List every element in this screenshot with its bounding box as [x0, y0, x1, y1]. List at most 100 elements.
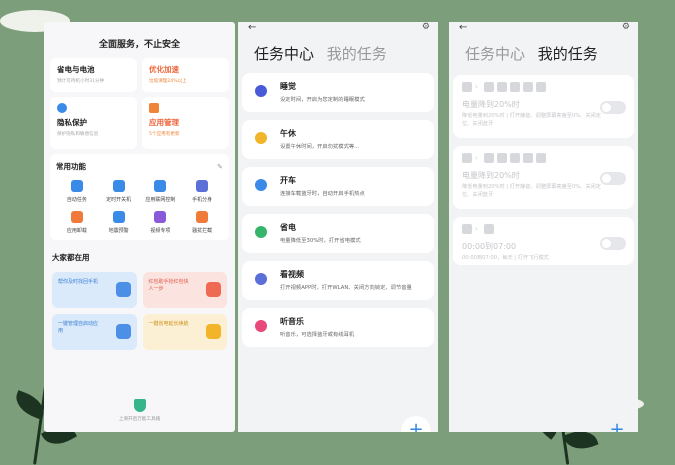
- back-arrow-icon[interactable]: ←: [248, 22, 256, 33]
- my-task-description: 降低电量到20%时 | 打开静音、调整屏幕亮度至0%、关闭定位、关闭蓝牙: [462, 113, 601, 127]
- section-heading: 大家都在用: [52, 253, 90, 262]
- red-packet-card[interactable]: 红包助手抢红包快人一步: [142, 272, 227, 308]
- action-icon: [523, 82, 533, 92]
- tab-task-center[interactable]: 任务中心: [465, 45, 525, 63]
- task-icon: [255, 179, 267, 191]
- add-task-button[interactable]: +: [401, 416, 431, 432]
- task-template-card[interactable]: 看视频打开视频APP时，打开WLAN、关闭方向锁定、调节音量: [242, 261, 434, 300]
- function-icon: [196, 180, 209, 192]
- card-subtitle: 保护隐私和敏感信息: [57, 132, 99, 137]
- function-item[interactable]: 视频专项: [140, 211, 182, 234]
- tab-bar: 任务中心 我的任务: [449, 36, 638, 64]
- card-text: 一键省电延长续航: [148, 321, 189, 327]
- app-manager-card[interactable]: 应用管理 5个应用有更新: [142, 97, 229, 149]
- privacy-card[interactable]: 隐私保护 保护隐私和敏感信息: [50, 97, 137, 149]
- task-template-list: 睡觉设定时间，开启为您定制的睡眠模式午休 设置午休时间，开启勿扰模式等... 开车连…: [238, 73, 438, 347]
- service-cards: 省电与电池 预计可待机小时31分钟 优化加速 垃圾清理24%以上 隐私保护 保护…: [44, 58, 235, 149]
- task-title: 午休: [280, 129, 296, 138]
- task-toggle[interactable]: [600, 237, 626, 250]
- card-title: 隐私保护: [57, 118, 87, 127]
- action-icon: [497, 153, 507, 163]
- common-functions: 常用功能 ✎ 自动任务 定时开关机 应用联网控制 手机分身 应用卸载 地震预警 视频专项 骚扰…: [50, 154, 229, 240]
- function-item[interactable]: 地震预警: [98, 211, 140, 234]
- chevron-right-icon: ›: [475, 154, 478, 162]
- tab-my-tasks[interactable]: 我的任务: [327, 45, 387, 63]
- my-tasks-screen: ← ⚙ 任务中心 我的任务 › 电量降到20%时 降低电量到20%时 | 打开静音、…: [449, 22, 638, 432]
- add-task-button[interactable]: +: [602, 416, 632, 432]
- my-task-card[interactable]: › 00:00到07:00 00:00到07:00，每天 | 打开飞行模式: [453, 217, 634, 265]
- function-label: 地震预警: [108, 228, 129, 234]
- function-item[interactable]: 定时开关机: [98, 180, 140, 203]
- function-label: 骚扰拦截: [192, 228, 213, 234]
- tab-task-center[interactable]: 任务中心: [254, 45, 314, 63]
- function-item[interactable]: 应用卸载: [56, 211, 98, 234]
- task-description: 打开视频APP时，打开WLAN、关闭方向锁定、调节音量: [280, 285, 412, 291]
- action-chips: ›: [462, 82, 625, 92]
- task-toggle[interactable]: [600, 172, 626, 185]
- function-icon: [196, 211, 209, 223]
- card-subtitle: 预计可待机小时31分钟: [57, 79, 105, 84]
- task-toggle[interactable]: [600, 101, 626, 114]
- function-icon: [70, 211, 83, 223]
- task-title: 开车: [280, 176, 296, 185]
- autostart-card[interactable]: 一键管理自启动应用: [52, 314, 137, 350]
- action-icon: [510, 153, 520, 163]
- function-item[interactable]: 自动任务: [56, 180, 98, 203]
- task-template-card[interactable]: 开车 连接车载蓝牙时，自动开启手机热点: [242, 167, 434, 206]
- power-save-card[interactable]: 一键省电延长续航: [142, 314, 227, 350]
- gear-icon[interactable]: ⚙: [622, 22, 630, 32]
- optimize-card[interactable]: 优化加速 垃圾清理24%以上: [142, 58, 229, 92]
- edit-icon[interactable]: ✎: [217, 163, 223, 171]
- task-description: 设定时间，开启为您定制的睡眠模式: [280, 97, 365, 103]
- task-title: 睡觉: [280, 82, 296, 91]
- chevron-right-icon: ›: [475, 225, 478, 233]
- gear-icon[interactable]: ⚙: [422, 22, 430, 32]
- task-title: 看视频: [280, 270, 304, 279]
- action-icon: [523, 153, 533, 163]
- card-subtitle: 垃圾清理24%以上: [149, 79, 187, 84]
- function-label: 手机分身: [192, 197, 213, 203]
- my-task-card[interactable]: › 电量降到20%时 降低电量到20%时 | 打开静音、调整屏幕亮度至0%、关闭定位…: [453, 75, 634, 138]
- function-item[interactable]: 手机分身: [181, 180, 223, 203]
- task-description: 电量降低至30%时，打开省电模式: [280, 238, 361, 244]
- task-title: 省电: [280, 223, 296, 232]
- toolbox-footer[interactable]: 上滑开启万能工具箱: [44, 399, 235, 422]
- my-task-list: › 电量降到20%时 降低电量到20%时 | 打开静音、调整屏幕亮度至0%、关闭定位…: [449, 75, 638, 265]
- tab-bar: 任务中心 我的任务: [238, 36, 438, 64]
- task-template-card[interactable]: 听音乐 听音乐，可选择蓝牙或有线耳机: [242, 308, 434, 347]
- card-subtitle: 5个应用有更新: [149, 132, 180, 137]
- function-label: 视频专项: [150, 228, 171, 234]
- toggle-icon: [115, 324, 131, 339]
- card-text: 红包助手抢红包快人一步: [148, 279, 189, 292]
- function-item[interactable]: 应用联网控制: [140, 180, 182, 203]
- function-label: 应用卸载: [66, 228, 87, 234]
- card-text: 一键管理自启动应用: [58, 321, 99, 334]
- trigger-icon: [462, 224, 472, 234]
- function-icon: [154, 211, 167, 223]
- action-chips: ›: [462, 153, 625, 163]
- my-task-description: 降低电量到20%时 | 打开静音、调整屏幕亮度至0%、关闭定位、关闭蓝牙: [462, 184, 601, 198]
- task-icon: [255, 273, 267, 285]
- action-chips: ›: [462, 224, 625, 234]
- action-icon: [536, 153, 546, 163]
- privacy-icon: [57, 103, 67, 113]
- task-template-card[interactable]: 睡觉设定时间，开启为您定制的睡眠模式: [242, 73, 434, 112]
- tab-my-tasks[interactable]: 我的任务: [538, 45, 598, 63]
- card-text: 帮你及时找回手机: [58, 279, 99, 285]
- task-icon: [255, 85, 267, 97]
- function-item[interactable]: 骚扰拦截: [181, 211, 223, 234]
- task-template-card[interactable]: 午休 设置午休时间，开启勿扰模式等...: [242, 120, 434, 159]
- action-icon: [484, 224, 494, 234]
- function-label: 自动任务: [66, 197, 87, 203]
- function-label: 应用联网控制: [145, 197, 176, 203]
- my-task-card[interactable]: › 电量降到20%时 降低电量到20%时 | 打开静音、调整屏幕亮度至0%、关闭定位…: [453, 146, 634, 209]
- action-icon: [484, 153, 494, 163]
- task-template-card[interactable]: 省电电量降低至30%时，打开省电模式: [242, 214, 434, 253]
- battery-card[interactable]: 省电与电池 预计可待机小时31分钟: [50, 58, 137, 92]
- find-phone-card[interactable]: 帮你及时找回手机: [52, 272, 137, 308]
- task-icon: [255, 226, 267, 238]
- back-arrow-icon[interactable]: ←: [459, 22, 467, 33]
- action-icon: [536, 82, 546, 92]
- action-icon: [510, 82, 520, 92]
- chevron-right-icon: ›: [475, 83, 478, 91]
